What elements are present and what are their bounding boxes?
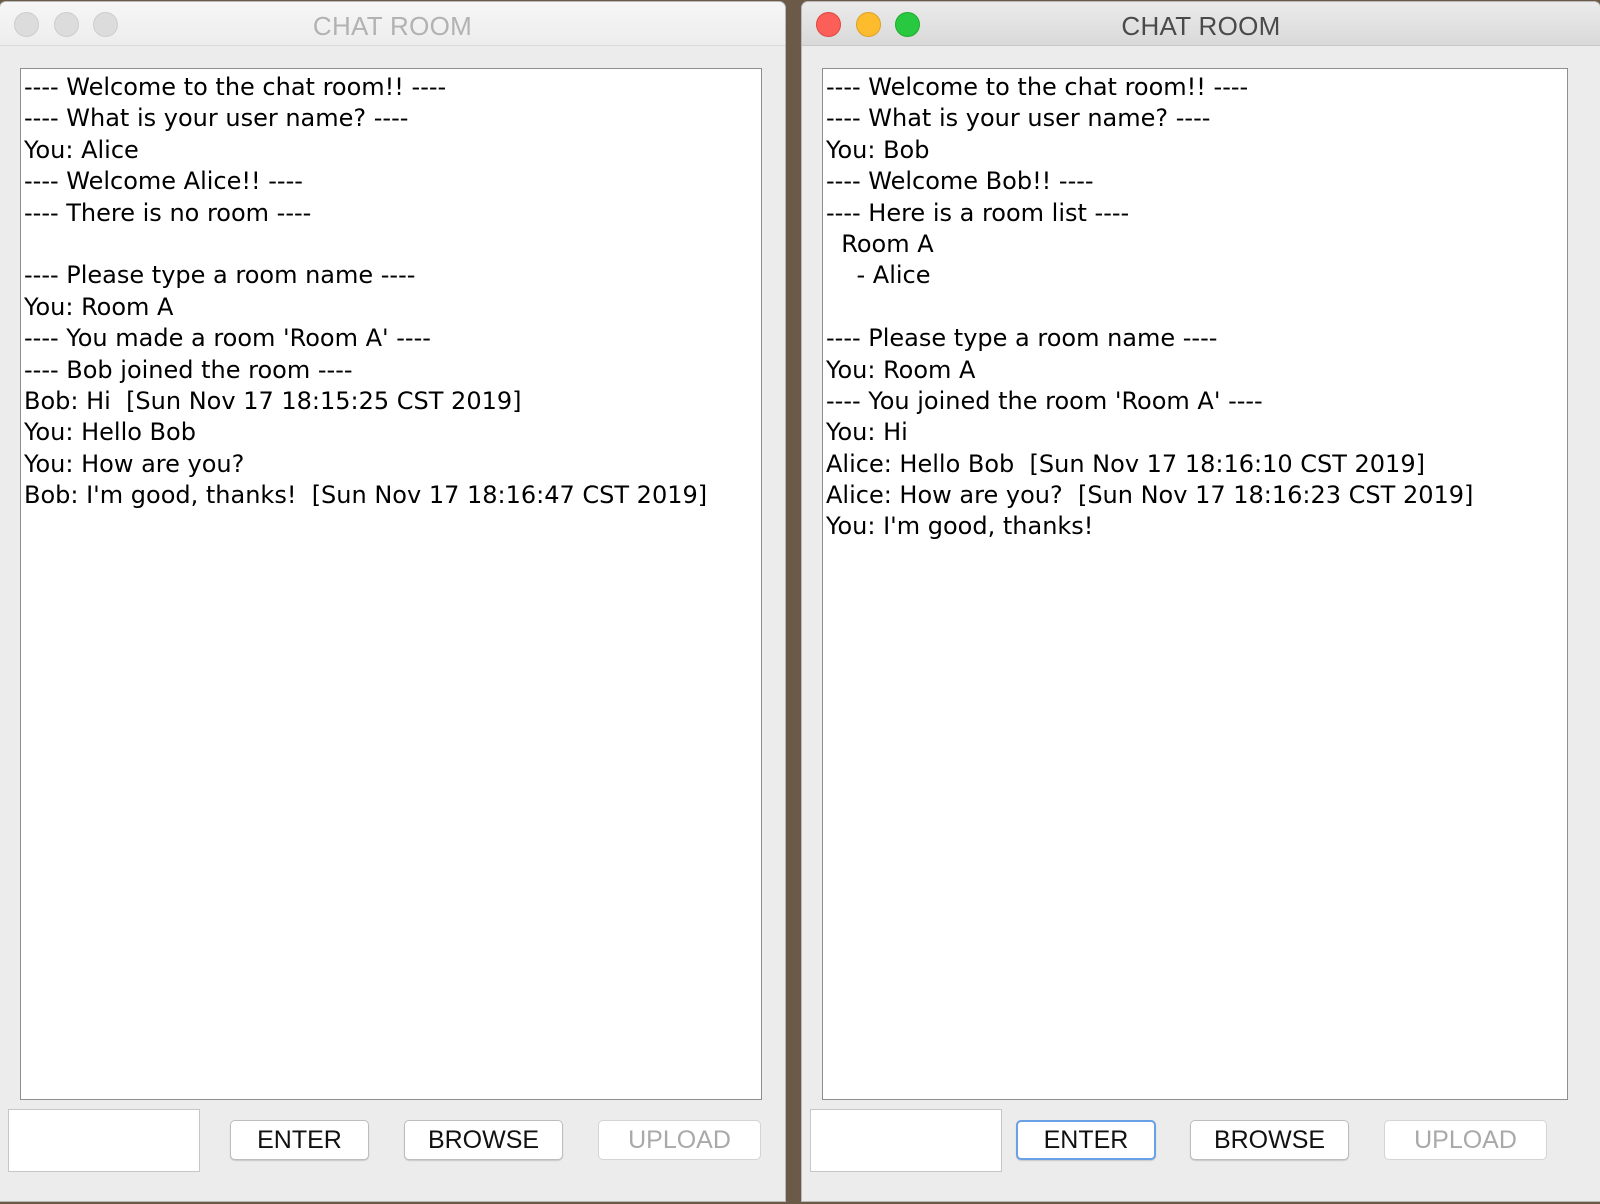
chat-line: Room A <box>826 229 934 258</box>
title-bar[interactable]: CHAT ROOM <box>0 2 785 46</box>
chat-line: ---- Welcome to the chat room!! ---- <box>826 73 1249 101</box>
upload-button: UPLOAD <box>1384 1120 1547 1160</box>
chat-line: You: Bob <box>826 135 930 164</box>
chat-line: You: How are you? <box>24 449 245 478</box>
chat-line: ---- What is your user name? ---- <box>24 104 409 133</box>
enter-button[interactable]: ENTER <box>230 1120 369 1160</box>
chat-line: You: I'm good, thanks! <box>826 512 1094 541</box>
chat-line: You: Room A <box>24 292 174 321</box>
chat-line: ---- Bob joined the room ---- <box>24 355 353 384</box>
chat-line: You: Room A <box>826 355 976 384</box>
chat-line: You: Hello Bob <box>24 418 196 447</box>
enter-button[interactable]: ENTER <box>1016 1120 1156 1160</box>
chat-line: ---- Welcome Alice!! ---- <box>24 167 303 196</box>
chat-line: You: Hi <box>826 418 908 447</box>
chat-line <box>24 229 761 260</box>
upload-button: UPLOAD <box>598 1120 761 1160</box>
chat-line: ---- Please type a room name ---- <box>826 324 1218 353</box>
window-title: CHAT ROOM <box>312 11 473 41</box>
chat-log[interactable]: ---- Welcome to the chat room!! ---- ---… <box>822 68 1568 1100</box>
chat-window-alice[interactable]: CHAT ROOM ---- Welcome to the chat room!… <box>0 2 785 1201</box>
chat-line: ---- Welcome Bob!! ---- <box>826 167 1094 196</box>
chat-line: ---- What is your user name? ---- <box>826 104 1211 133</box>
chat-line: ---- Welcome to the chat room!! ---- <box>24 73 447 101</box>
chat-line: Bob: I'm good, thanks! [Sun Nov 17 18:16… <box>24 481 708 510</box>
chat-line: Alice: Hello Bob [Sun Nov 17 18:16:10 CS… <box>826 449 1425 478</box>
chat-line: ---- Please type a room name ---- <box>24 261 416 290</box>
chat-line: ---- Here is a room list ---- <box>826 198 1130 227</box>
title-bar[interactable]: CHAT ROOM <box>802 2 1600 46</box>
browse-button[interactable]: BROWSE <box>404 1120 563 1160</box>
chat-line: You: Alice <box>24 135 139 164</box>
chat-line <box>826 292 1567 323</box>
message-input[interactable] <box>8 1109 200 1172</box>
chat-line: ---- There is no room ---- <box>24 198 312 227</box>
message-input[interactable] <box>810 1109 1002 1172</box>
chat-window-bob[interactable]: CHAT ROOM ---- Welcome to the chat room!… <box>802 2 1600 1201</box>
chat-log[interactable]: ---- Welcome to the chat room!! ---- ---… <box>20 68 762 1100</box>
browse-button[interactable]: BROWSE <box>1190 1120 1349 1160</box>
chat-line: ---- You made a room 'Room A' ---- <box>24 324 431 353</box>
chat-line: - Alice <box>826 261 931 290</box>
window-title: CHAT ROOM <box>1121 11 1281 41</box>
chat-line: Alice: How are you? [Sun Nov 17 18:16:23… <box>826 481 1474 510</box>
chat-line: Bob: Hi [Sun Nov 17 18:15:25 CST 2019] <box>24 386 522 415</box>
chat-line: ---- You joined the room 'Room A' ---- <box>826 386 1263 415</box>
